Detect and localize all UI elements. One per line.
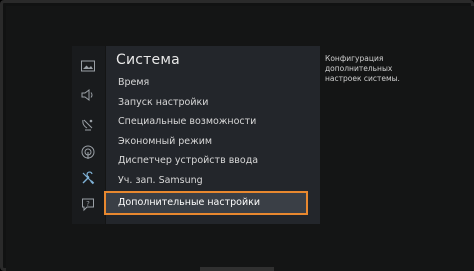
panel-title: Система <box>116 52 180 68</box>
menu-item-advanced-settings[interactable]: Дополнительные настройки <box>104 191 308 215</box>
broadcast-icon[interactable] <box>80 116 96 132</box>
menu-item-samsung-account[interactable]: Уч. зап. Samsung <box>106 171 320 191</box>
menu-item-setup[interactable]: Запуск настройки <box>106 93 320 113</box>
support-icon[interactable]: ? <box>80 196 96 212</box>
system-tools-icon[interactable] <box>80 170 96 186</box>
menu-item-time[interactable]: Время <box>106 73 320 93</box>
settings-category-rail: ? <box>72 46 105 224</box>
tv-stand <box>200 267 274 271</box>
menu-item-accessibility[interactable]: Специальные возможности <box>106 112 320 132</box>
menu-item-input-device-manager[interactable]: Диспетчер устройств ввода <box>106 151 320 171</box>
system-menu-panel: Система Время Запуск настройки Специальн… <box>104 46 320 224</box>
network-icon[interactable] <box>80 144 96 160</box>
svg-text:?: ? <box>86 200 90 208</box>
system-menu-list: Время Запуск настройки Специальные возмо… <box>104 73 320 215</box>
picture-icon[interactable] <box>80 58 96 74</box>
menu-item-eco-mode[interactable]: Экономный режим <box>106 132 320 152</box>
sound-icon[interactable] <box>80 87 96 103</box>
help-description: Конфигурация дополнительных настроек сис… <box>325 54 400 83</box>
